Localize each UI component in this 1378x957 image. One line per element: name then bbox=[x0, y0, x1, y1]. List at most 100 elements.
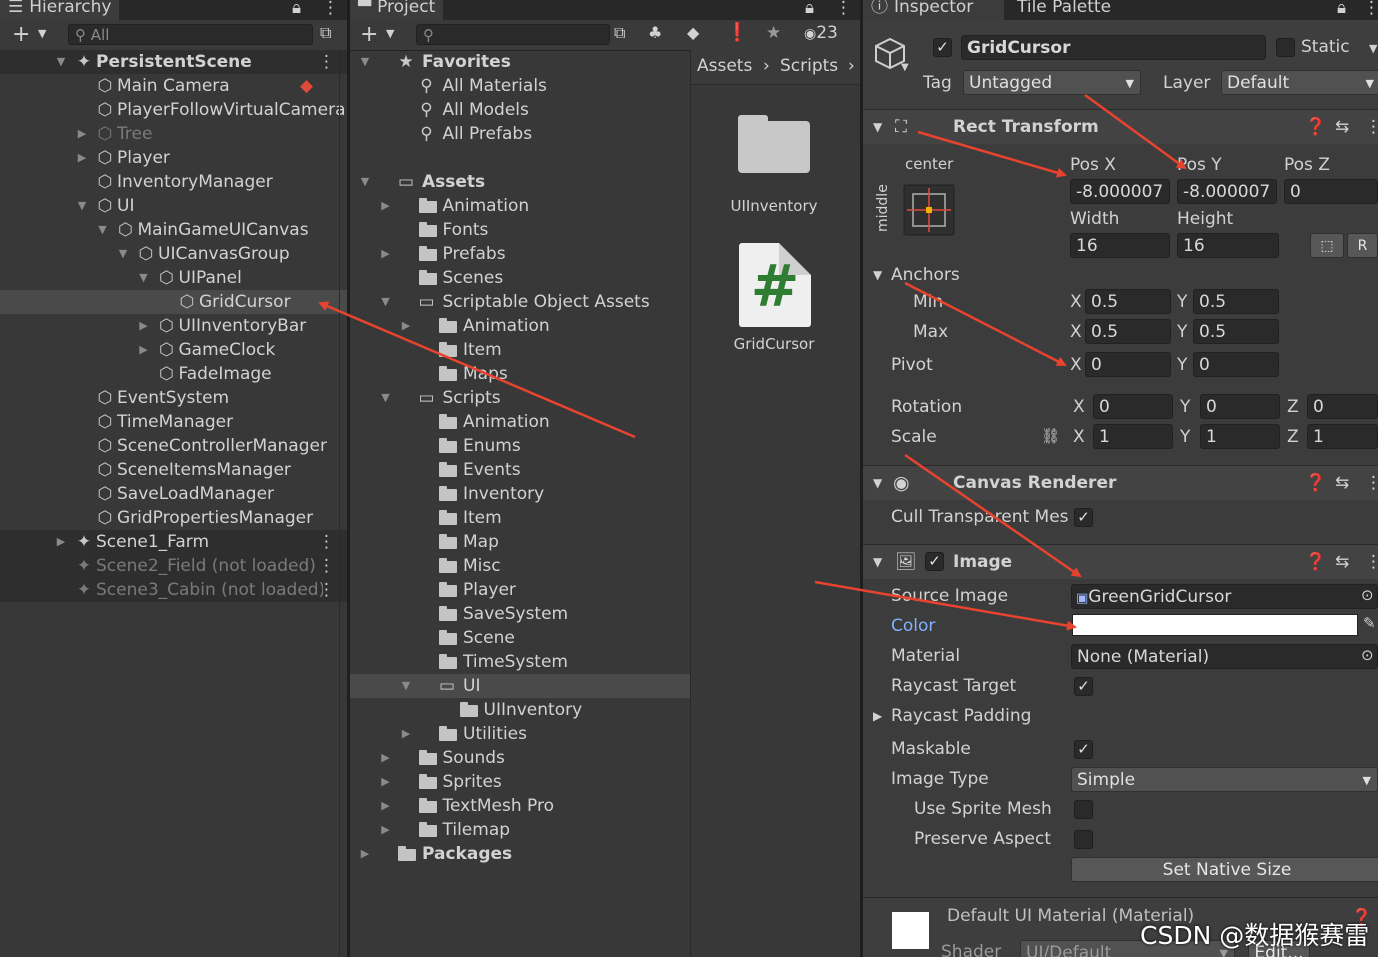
foldout-open-icon[interactable]: ▼ bbox=[96, 218, 110, 242]
foldout-open-icon[interactable]: ▼ bbox=[379, 290, 393, 314]
project-tree-row[interactable]: Scene bbox=[350, 626, 690, 650]
foldout-open-icon[interactable]: ▼ bbox=[358, 170, 372, 194]
hierarchy-row[interactable]: ▶ ⬡ Player bbox=[0, 146, 347, 170]
hierarchy-row[interactable]: ⬡ TimeManager bbox=[0, 410, 347, 434]
anchor-max-x-field[interactable]: 0.5 bbox=[1085, 319, 1171, 344]
project-tree-row[interactable]: ▼ ★ Favorites bbox=[350, 50, 690, 74]
project-tree-row[interactable]: ▶ Utilities bbox=[350, 722, 690, 746]
breadcrumb-assets[interactable]: Assets bbox=[697, 56, 752, 76]
add-icon[interactable]: + bbox=[360, 22, 378, 47]
foldout-closed-icon[interactable]: ▶ bbox=[75, 122, 89, 146]
hierarchy-row[interactable]: ⬡ GridPropertiesManager bbox=[0, 506, 347, 530]
project-tree-row[interactable]: ▶ Sounds bbox=[350, 746, 690, 770]
project-tree-row[interactable]: Inventory bbox=[350, 482, 690, 506]
foldout-closed-icon[interactable]: ▶ bbox=[358, 842, 372, 866]
hierarchy-row[interactable]: ⬡ PlayerFollowVirtualCamera bbox=[0, 98, 347, 122]
project-tree-row[interactable]: ▶ Animation bbox=[350, 194, 690, 218]
foldout-closed-icon[interactable]: ▶ bbox=[75, 146, 89, 170]
kebab-menu-icon[interactable]: ⋮ bbox=[1365, 110, 1378, 144]
rotation-x-field[interactable]: 0 bbox=[1093, 394, 1173, 419]
project-tree-row[interactable]: Events bbox=[350, 458, 690, 482]
hierarchy-row[interactable]: ⬡ SaveLoadManager bbox=[0, 482, 347, 506]
foldout-closed-icon[interactable]: ▶ bbox=[137, 338, 151, 362]
project-tree-row[interactable]: ▼ ▭ Scripts bbox=[350, 386, 690, 410]
set-native-size-button[interactable]: Set Native Size bbox=[1071, 857, 1378, 882]
object-picker-icon[interactable]: ⊙ bbox=[1361, 586, 1374, 604]
height-field[interactable]: 16 bbox=[1177, 233, 1279, 258]
foldout-open-icon[interactable]: ▼ bbox=[137, 266, 151, 290]
tag-dropdown[interactable]: Untagged ▼ bbox=[963, 70, 1141, 95]
hierarchy-row[interactable]: ⬡ FadeImage bbox=[0, 362, 347, 386]
pos-z-field[interactable]: 0 bbox=[1284, 179, 1378, 204]
kebab-menu-icon[interactable]: ⋮ bbox=[318, 554, 335, 578]
material-field[interactable]: None (Material) bbox=[1071, 644, 1378, 669]
project-tree-row[interactable]: Player bbox=[350, 578, 690, 602]
foldout-closed-icon[interactable]: ▶ bbox=[399, 722, 413, 746]
hierarchy-row[interactable]: ⬡ EventSystem bbox=[0, 386, 347, 410]
project-tree-row[interactable]: ▼ ▭ Scriptable Object Assets bbox=[350, 290, 690, 314]
filter-by-label-icon[interactable]: ◆ bbox=[687, 23, 699, 42]
foldout-closed-icon[interactable]: ▶ bbox=[379, 194, 393, 218]
kebab-menu-icon[interactable]: ⋮ bbox=[318, 578, 335, 602]
project-tree-row[interactable]: ▶ Packages bbox=[350, 842, 690, 866]
project-tree-row[interactable]: ▶ Tilemap bbox=[350, 818, 690, 842]
eyedropper-icon[interactable]: ✎ bbox=[1363, 614, 1376, 632]
help-icon[interactable]: ❓ bbox=[1305, 466, 1326, 500]
raycast-padding-label[interactable]: Raycast Padding bbox=[891, 706, 1031, 726]
width-field[interactable]: 16 bbox=[1070, 233, 1170, 258]
hierarchy-row[interactable]: ✦ Scene2_Field (not loaded) ⋮ bbox=[0, 554, 347, 578]
chevron-down-icon[interactable]: ▼ bbox=[1369, 42, 1377, 55]
project-tree-row[interactable]: ⚲ All Models bbox=[350, 98, 690, 122]
help-icon[interactable]: ❓ bbox=[1305, 110, 1326, 144]
project-search-input[interactable]: ⚲ bbox=[416, 24, 610, 45]
foldout-closed-icon[interactable]: ▶ bbox=[54, 530, 68, 554]
image-type-dropdown[interactable]: Simple ▼ bbox=[1071, 767, 1378, 792]
hierarchy-row[interactable]: ▼ ⬡ UI bbox=[0, 194, 347, 218]
scale-z-field[interactable]: 1 bbox=[1307, 424, 1378, 449]
foldout-closed-icon[interactable]: ▶ bbox=[379, 818, 393, 842]
use-sprite-mesh-checkbox[interactable] bbox=[1074, 800, 1093, 819]
foldout-open-icon[interactable]: ▼ bbox=[873, 268, 882, 282]
project-tree-row[interactable]: UIInventory bbox=[350, 698, 690, 722]
foldout-open-icon[interactable]: ▼ bbox=[358, 50, 372, 74]
kebab-menu-icon[interactable]: ⋮ bbox=[1365, 545, 1378, 579]
chevron-down-icon[interactable]: ▼ bbox=[386, 27, 394, 40]
pivot-x-field[interactable]: 0 bbox=[1085, 352, 1171, 377]
breadcrumb-scripts[interactable]: Scripts bbox=[780, 56, 838, 76]
preserve-aspect-checkbox[interactable] bbox=[1074, 830, 1093, 849]
project-tree-row[interactable]: ▶ Sprites bbox=[350, 770, 690, 794]
kebab-menu-icon[interactable]: ⋮ bbox=[1363, 0, 1378, 18]
kebab-menu-icon[interactable]: ⋮ bbox=[835, 0, 852, 18]
maskable-checkbox[interactable]: ✓ bbox=[1074, 740, 1093, 759]
project-tree-row[interactable]: Maps bbox=[350, 362, 690, 386]
pos-y-field[interactable]: -8.000007 bbox=[1177, 179, 1277, 204]
hierarchy-row[interactable]: ✦ Scene3_Cabin (not loaded) ⋮ bbox=[0, 578, 347, 602]
warning-icon[interactable]: ❗ bbox=[726, 22, 748, 43]
lock-icon[interactable]: 🔒︎ bbox=[805, 0, 814, 18]
presets-icon[interactable]: ⇆ bbox=[1335, 110, 1349, 144]
source-image-field[interactable]: ▣GreenGridCursor bbox=[1071, 584, 1378, 609]
hierarchy-row[interactable]: ⬡ SceneItemsManager bbox=[0, 458, 347, 482]
foldout-closed-icon[interactable]: ▶ bbox=[379, 770, 393, 794]
project-tree-row[interactable]: SaveSystem bbox=[350, 602, 690, 626]
hierarchy-search-input[interactable]: ⚲ All bbox=[68, 24, 313, 45]
pivot-y-field[interactable]: 0 bbox=[1193, 352, 1279, 377]
project-tree-row[interactable]: ▼ ▭ Assets bbox=[350, 170, 690, 194]
add-icon[interactable]: + bbox=[12, 22, 30, 47]
kebab-menu-icon[interactable]: ⋮ bbox=[318, 50, 335, 74]
scale-y-field[interactable]: 1 bbox=[1200, 424, 1280, 449]
hierarchy-row[interactable]: ▶ ⬡ Tree bbox=[0, 122, 347, 146]
asset-gridcursor[interactable]: # bbox=[739, 243, 811, 327]
foldout-open-icon[interactable]: ▼ bbox=[116, 242, 130, 266]
foldout-closed-icon[interactable]: ▶ bbox=[379, 242, 393, 266]
asset-uiinventory[interactable] bbox=[731, 113, 819, 177]
blueprint-mode-button[interactable]: ⬚ bbox=[1310, 233, 1344, 258]
foldout-closed-icon[interactable]: ▶ bbox=[399, 314, 413, 338]
hierarchy-row[interactable]: ⬡ InventoryManager bbox=[0, 170, 347, 194]
rect-transform-header[interactable]: ▼ ⛶ Rect Transform ❓ ⇆ ⋮ bbox=[863, 109, 1378, 144]
static-checkbox[interactable] bbox=[1276, 38, 1295, 57]
cull-transparent-mesh-checkbox[interactable]: ✓ bbox=[1074, 508, 1093, 527]
chevron-down-icon[interactable]: ▼ bbox=[901, 62, 909, 73]
kebab-menu-icon[interactable]: ⋮ bbox=[1365, 466, 1378, 500]
tab-tile-palette[interactable]: Tile Palette bbox=[1009, 0, 1120, 20]
